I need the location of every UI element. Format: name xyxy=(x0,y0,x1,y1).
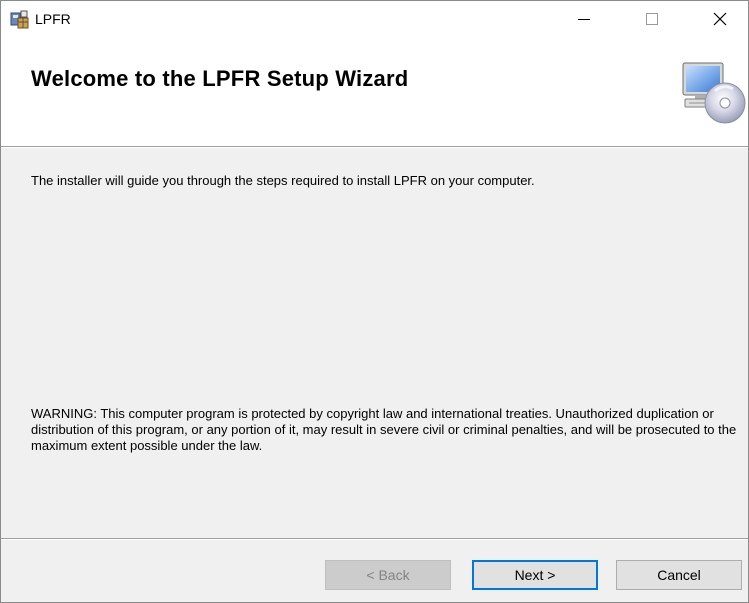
minimize-icon xyxy=(578,19,590,20)
copyright-warning: WARNING: This computer program is protec… xyxy=(31,406,737,453)
minimize-button[interactable] xyxy=(561,1,607,37)
cancel-button[interactable]: Cancel xyxy=(616,560,742,590)
computer-disc-icon xyxy=(682,62,746,124)
installer-package-icon xyxy=(10,10,29,29)
close-button[interactable] xyxy=(697,1,743,37)
maximize-button[interactable] xyxy=(629,1,675,37)
wizard-banner: Welcome to the LPFR Setup Wizard xyxy=(1,37,748,147)
banner-divider xyxy=(1,147,748,148)
installer-window: LPFR Welcome to the LPFR Setup Wizard Th… xyxy=(0,0,749,603)
title-bar[interactable]: LPFR xyxy=(1,1,748,37)
close-icon xyxy=(713,12,727,26)
intro-text: The installer will guide you through the… xyxy=(31,173,535,188)
next-button[interactable]: Next > xyxy=(472,560,598,590)
window-title: LPFR xyxy=(35,11,71,27)
page-title: Welcome to the LPFR Setup Wizard xyxy=(31,66,409,91)
footer-divider-highlight xyxy=(1,539,748,540)
maximize-icon xyxy=(646,13,658,25)
back-button[interactable]: < Back xyxy=(325,560,451,590)
